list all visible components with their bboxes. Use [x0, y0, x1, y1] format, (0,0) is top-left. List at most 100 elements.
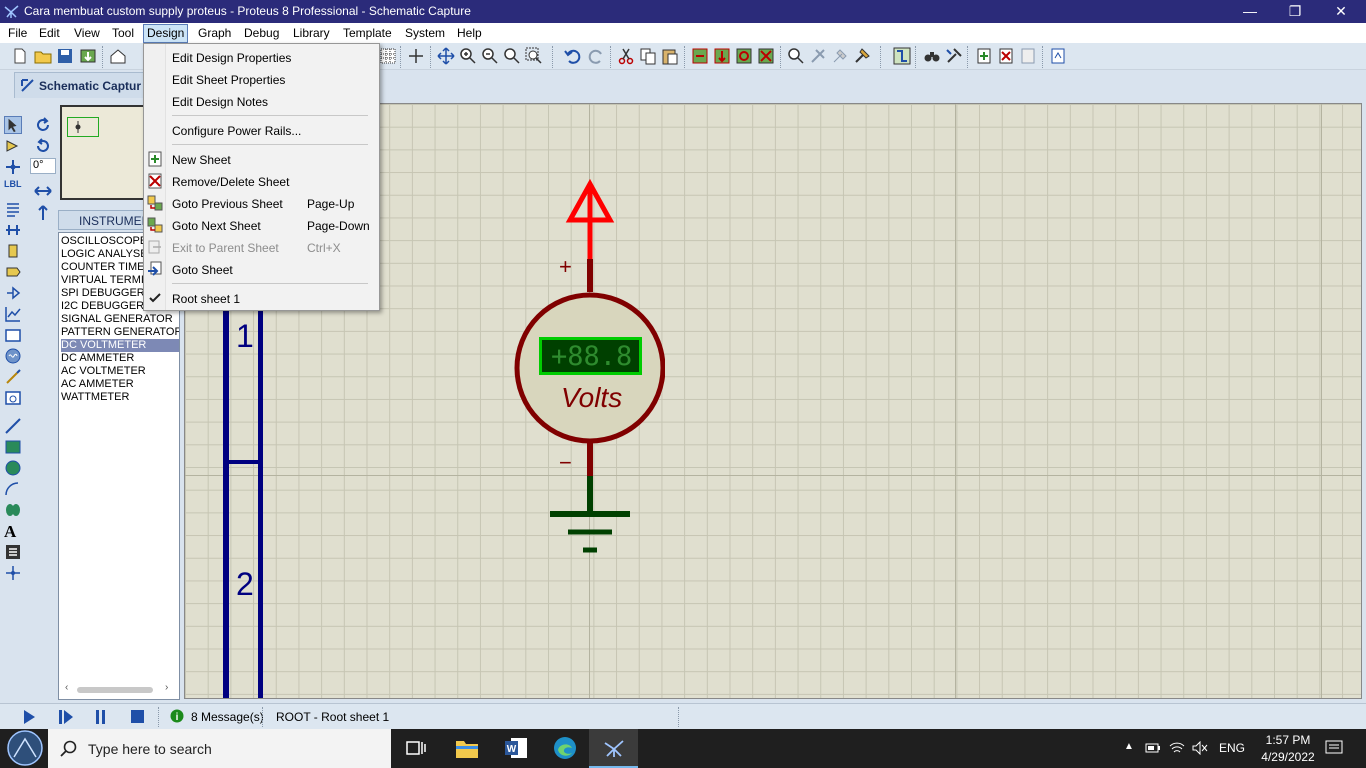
decompose-icon[interactable] [852, 46, 872, 66]
menu-help[interactable]: Help [457, 25, 482, 42]
save-icon[interactable] [55, 46, 75, 66]
new-file-icon[interactable] [10, 46, 30, 66]
list-item[interactable]: AC VOLTMETER [61, 365, 179, 378]
start-button[interactable] [3, 729, 45, 768]
clock-date[interactable]: 4/29/2022 [1255, 750, 1321, 764]
taskbar-search-box[interactable]: Type here to search [48, 729, 391, 768]
menu-library[interactable]: Library [293, 25, 330, 42]
generator-mode-icon[interactable] [4, 347, 22, 365]
list-item[interactable]: PATTERN GENERATOR [61, 326, 179, 339]
menu-item-new-sheet[interactable]: New Sheet [144, 148, 379, 170]
wifi-icon[interactable] [1169, 741, 1185, 755]
scroll-left-icon[interactable]: ‹ [65, 682, 68, 693]
stop-icon[interactable] [130, 709, 145, 724]
circle-2d-icon[interactable] [4, 459, 22, 477]
messages-count[interactable]: 8 Message(s) [191, 710, 264, 724]
menu-file[interactable]: File [8, 25, 27, 42]
list-item[interactable]: SIGNAL GENERATOR [61, 313, 179, 326]
block-copy-icon[interactable] [690, 46, 710, 66]
menu-system[interactable]: System [405, 25, 445, 42]
maximize-button[interactable]: ❐ [1272, 0, 1318, 23]
subcircuit-mode-icon[interactable] [4, 242, 22, 260]
menu-graph[interactable]: Graph [198, 25, 231, 42]
scrollbar-thumb[interactable] [77, 687, 153, 693]
list-item[interactable]: DC AMMETER [61, 352, 179, 365]
block-move-icon[interactable] [712, 46, 732, 66]
language-indicator[interactable]: ENG [1219, 741, 1245, 755]
edge-icon[interactable] [553, 736, 577, 760]
list-item[interactable]: WATTMETER [61, 391, 179, 404]
menu-item-edit-sheet-properties[interactable]: Edit Sheet Properties [144, 68, 379, 90]
text-2d-icon[interactable]: A [4, 522, 22, 541]
home-icon[interactable] [108, 46, 128, 66]
mirror-vertical-icon[interactable] [36, 204, 50, 222]
text-script-mode-icon[interactable] [4, 200, 22, 218]
menu-item-root-sheet-1[interactable]: Root sheet 1 [144, 287, 379, 309]
voltage-probe-mode-icon[interactable] [4, 368, 22, 386]
menu-design[interactable]: Design [143, 24, 189, 43]
arc-2d-icon[interactable] [4, 480, 22, 498]
search-tag-icon[interactable] [922, 46, 942, 66]
grid-icon[interactable] [378, 46, 398, 66]
wire-autorouter-icon[interactable] [892, 46, 912, 66]
terminals-mode-icon[interactable] [4, 263, 22, 281]
paste-icon[interactable] [660, 46, 680, 66]
word-icon[interactable]: W [504, 737, 528, 759]
proteus-taskbar-button[interactable] [589, 729, 638, 768]
zoom-all-icon[interactable] [502, 46, 522, 66]
menu-tool[interactable]: Tool [112, 25, 134, 42]
menu-edit[interactable]: Edit [39, 25, 60, 42]
menu-debug[interactable]: Debug [244, 25, 279, 42]
zoom-area-icon[interactable] [524, 46, 544, 66]
menu-item-goto-previous-sheet[interactable]: Goto Previous Sheet Page-Up [144, 192, 379, 214]
import-icon[interactable] [78, 46, 98, 66]
symbol-2d-icon[interactable] [4, 543, 22, 561]
menu-item-goto-sheet[interactable]: Goto Sheet [144, 258, 379, 280]
menu-item-edit-design-properties[interactable]: Edit Design Properties [144, 46, 379, 68]
close-button[interactable]: ✕ [1318, 0, 1364, 23]
redo-icon[interactable] [586, 46, 606, 66]
property-assign-icon[interactable] [944, 46, 964, 66]
device-pins-mode-icon[interactable] [4, 284, 22, 302]
virtual-instruments-mode-icon[interactable] [4, 389, 22, 407]
exit-parent-icon[interactable] [1018, 46, 1038, 66]
menu-item-remove-delete-sheet[interactable]: Remove/Delete Sheet [144, 170, 379, 192]
selection-mode-icon[interactable] [4, 116, 22, 134]
task-view-icon[interactable] [405, 738, 427, 758]
menu-view[interactable]: View [74, 25, 100, 42]
wire-label-mode-icon[interactable]: LBL [4, 179, 22, 197]
junction-mode-icon[interactable] [4, 158, 22, 176]
block-delete-icon[interactable] [756, 46, 776, 66]
menu-item-configure-power-rails[interactable]: Configure Power Rails... [144, 119, 379, 141]
buses-mode-icon[interactable] [4, 221, 22, 239]
block-rotate-icon[interactable] [734, 46, 754, 66]
open-folder-icon[interactable] [33, 46, 53, 66]
horizontal-scrollbar[interactable]: ‹ › [65, 682, 173, 696]
copy-icon[interactable] [638, 46, 658, 66]
rotate-clockwise-icon[interactable] [34, 116, 52, 134]
box-2d-icon[interactable] [4, 438, 22, 456]
overview-viewport[interactable] [67, 117, 99, 137]
file-explorer-icon[interactable] [455, 737, 479, 759]
notifications-icon[interactable] [1325, 740, 1343, 756]
volume-muted-icon[interactable] [1192, 741, 1208, 755]
zoom-out-icon[interactable] [480, 46, 500, 66]
pan-icon[interactable] [436, 46, 456, 66]
list-item[interactable]: AC AMMETER [61, 378, 179, 391]
cut-icon[interactable] [616, 46, 636, 66]
minimize-button[interactable]: — [1227, 0, 1273, 23]
step-icon[interactable] [58, 709, 74, 725]
component-mode-icon[interactable] [4, 137, 22, 155]
pick-device-icon[interactable] [786, 46, 806, 66]
line-2d-icon[interactable] [4, 417, 22, 435]
clock-time[interactable]: 1:57 PM [1261, 733, 1315, 747]
battery-icon[interactable] [1145, 742, 1161, 754]
undo-icon[interactable] [563, 46, 583, 66]
pause-icon[interactable] [94, 709, 108, 725]
list-item-selected[interactable]: DC VOLTMETER [61, 339, 179, 352]
menu-template[interactable]: Template [343, 25, 392, 42]
play-icon[interactable] [22, 709, 36, 725]
rotation-angle-field[interactable]: 0° [30, 158, 56, 174]
menu-item-goto-next-sheet[interactable]: Goto Next Sheet Page-Down [144, 214, 379, 236]
remove-sheet-icon[interactable] [996, 46, 1016, 66]
